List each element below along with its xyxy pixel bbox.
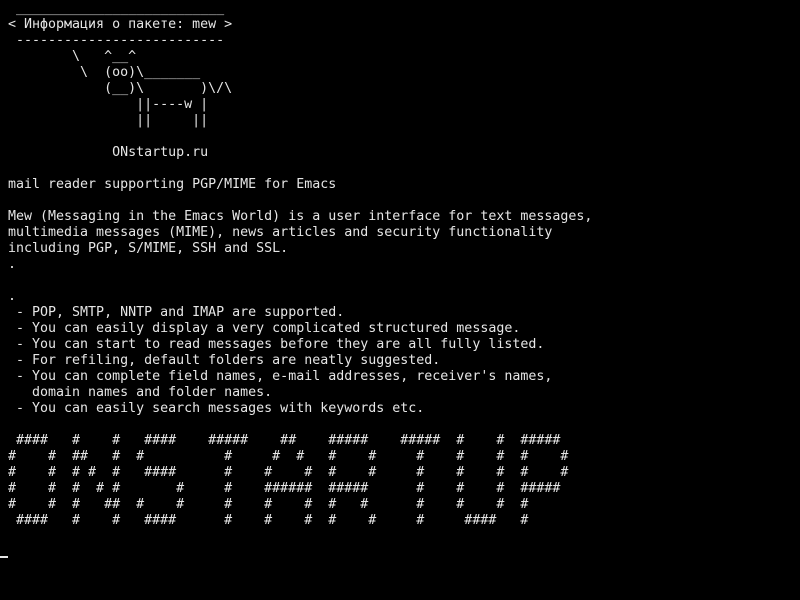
feature-line: - You can complete field names, e-mail a… — [8, 369, 553, 384]
feature-line: domain names and folder names. — [8, 385, 273, 400]
text-cursor[interactable] — [0, 556, 8, 558]
banner-line: #### # # #### # # # # # # #### # — [8, 513, 529, 528]
feature-list: . - POP, SMTP, NNTP and IMAP are support… — [8, 289, 798, 417]
feature-line: - You can start to read messages before … — [8, 337, 545, 352]
banner-line: #### # # #### ##### ## ##### ##### # # #… — [8, 433, 561, 448]
feature-line: - You can easily search messages with ke… — [8, 401, 425, 416]
cow-ascii-line: \ (oo)\_______ — [8, 65, 201, 80]
description-line: . — [8, 257, 17, 272]
terminal-output: __________________________ < Информация … — [8, 1, 798, 529]
banner-line: # # # ## # # # # # # # # # # # — [8, 497, 529, 512]
cow-ascii-line: (__)\ )\/\ — [8, 81, 233, 96]
feature-line: - For refiling, default folders are neat… — [8, 353, 441, 368]
banner-line: # # # # # # # ###### ##### # # # ##### — [8, 481, 561, 496]
ascii-banner: #### # # #### ##### ## ##### ##### # # #… — [8, 433, 798, 529]
banner-line: # # ## # # # # # # # # # # # # — [8, 449, 569, 464]
bubble-title: < Информация о пакете: mew > — [8, 17, 233, 32]
description-line: including PGP, S/MIME, SSH and SSL. — [8, 241, 289, 256]
cow-ascii-line: || || — [8, 113, 209, 128]
feature-line: - POP, SMTP, NNTP and IMAP are supported… — [8, 305, 345, 320]
terminal-window[interactable]: { "colors": { "background": "#000000", "… — [0, 0, 800, 600]
package-summary: mail reader supporting PGP/MIME for Emac… — [8, 177, 337, 192]
cowsay-block: __________________________ < Информация … — [8, 1, 798, 161]
feature-line: - You can easily display a very complica… — [8, 321, 521, 336]
cow-ascii-line: ||----w | — [8, 97, 209, 112]
feature-line: . — [8, 289, 17, 304]
site-credit: ONstartup.ru — [8, 145, 209, 160]
cow-ascii-line: \ ^__^ — [8, 49, 137, 64]
bubble-bottom: -------------------------- — [8, 33, 225, 48]
banner-line: # # # # # #### # # # # # # # # # # — [8, 465, 569, 480]
package-description: Mew (Messaging in the Emacs World) is a … — [8, 209, 798, 273]
description-line: multimedia messages (MIME), news article… — [8, 225, 553, 240]
bubble-top: __________________________ — [8, 1, 225, 16]
description-line: Mew (Messaging in the Emacs World) is a … — [8, 209, 593, 224]
